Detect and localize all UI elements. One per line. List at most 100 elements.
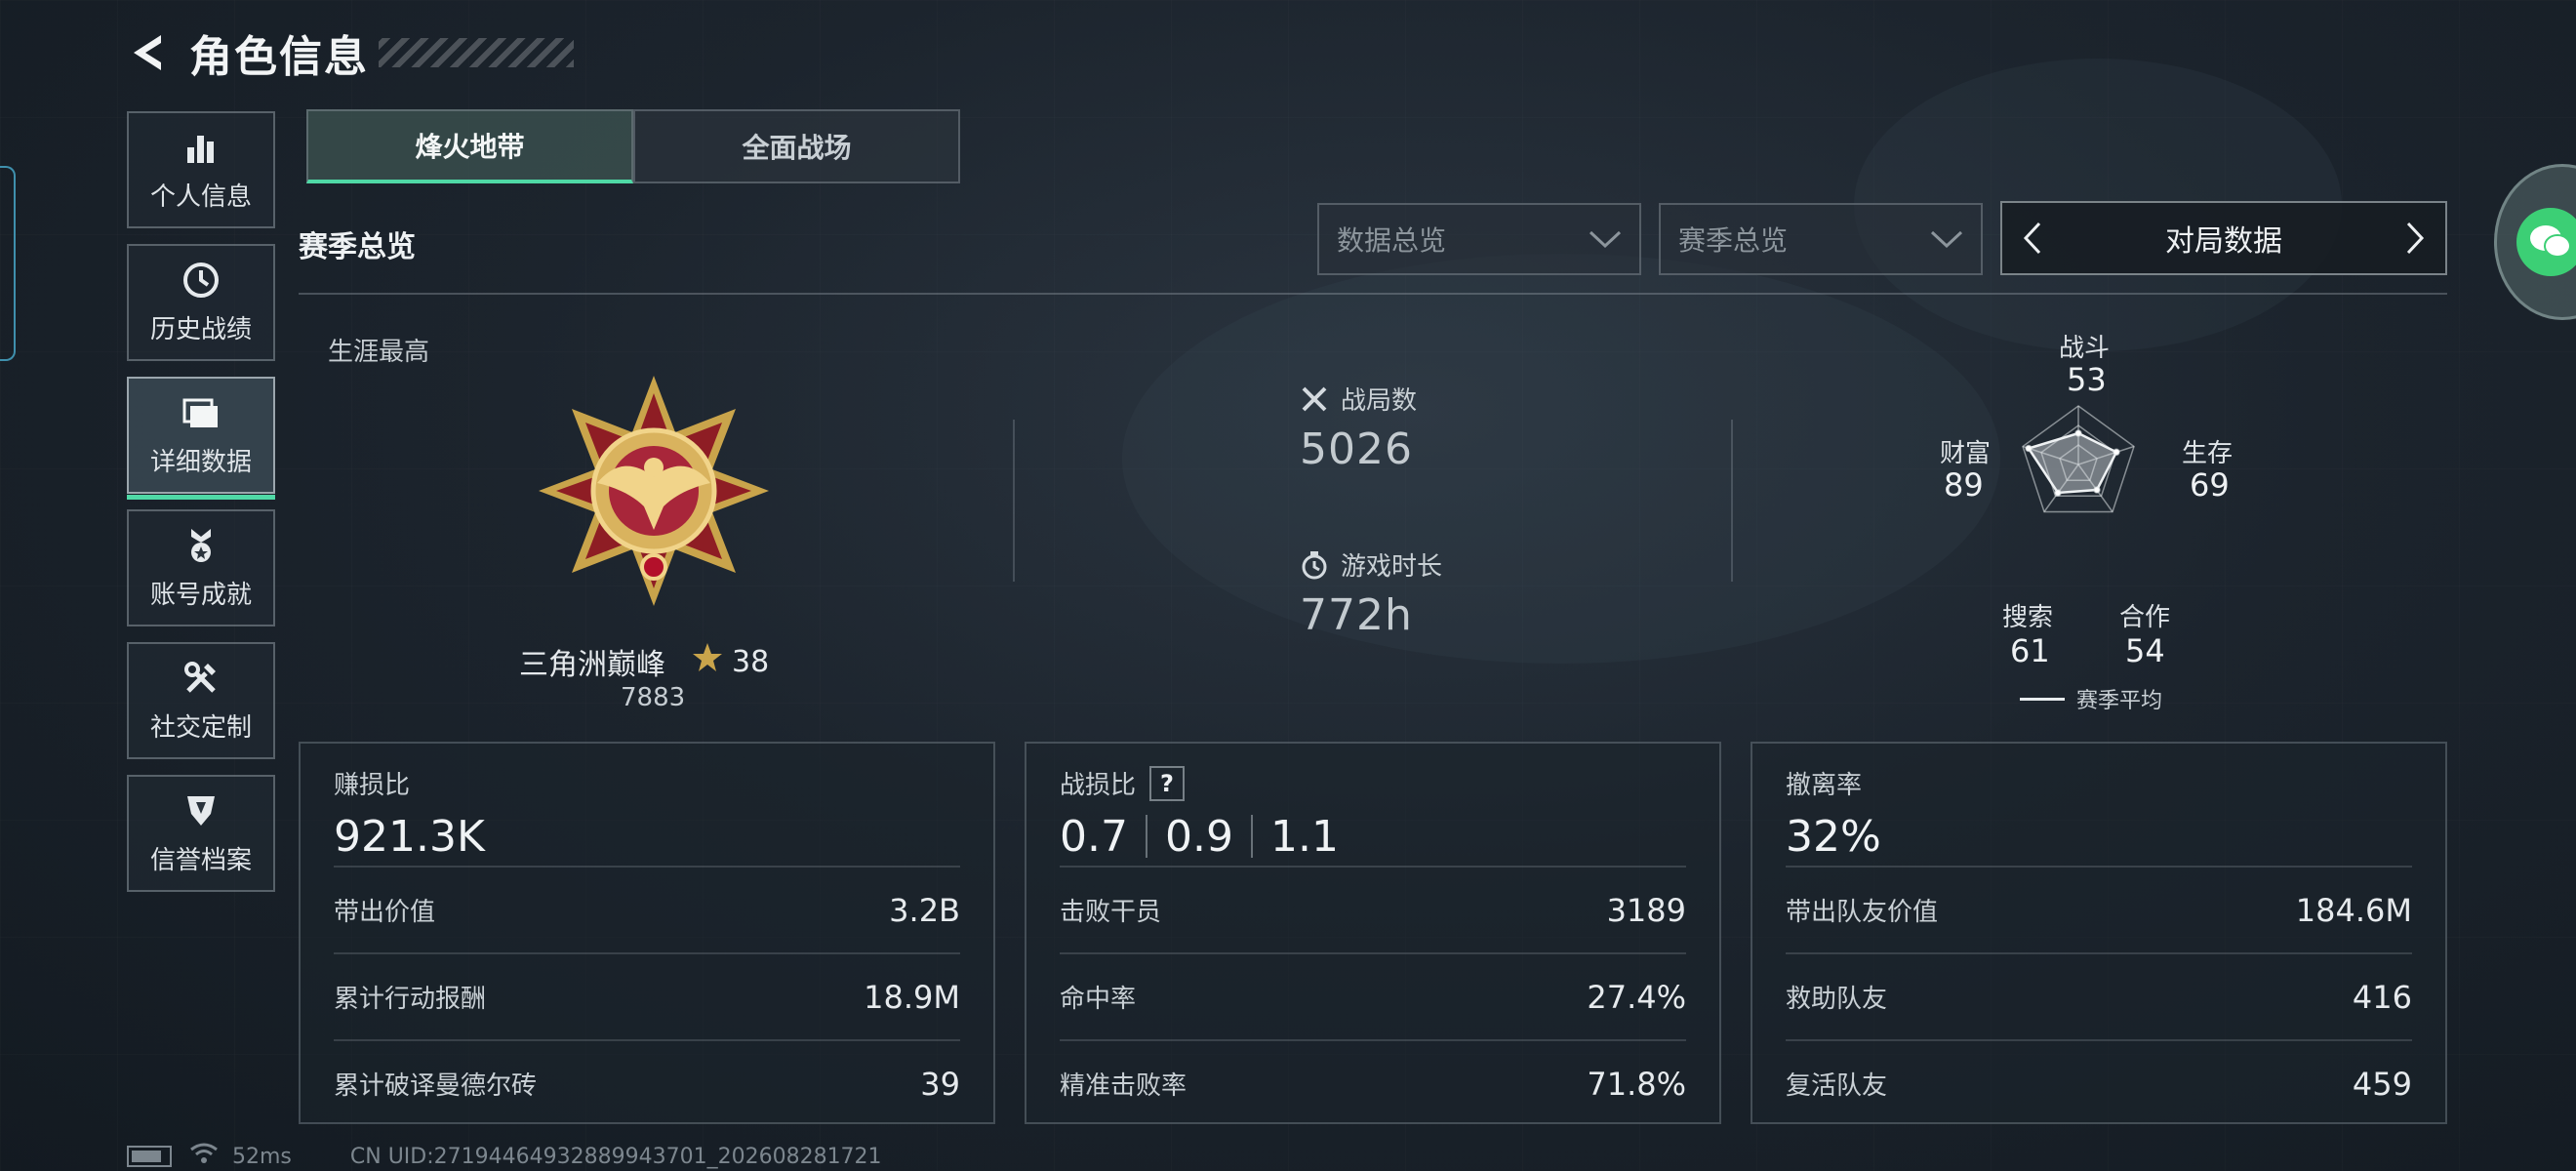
- medal-icon: [181, 526, 221, 565]
- sidebar-item-history[interactable]: 历史战绩: [127, 244, 275, 361]
- star-icon: [691, 641, 724, 682]
- chevron-down-icon: [1589, 223, 1622, 256]
- wifi-icon: [189, 1142, 219, 1171]
- playtime-stat: 游戏时长 772h: [1300, 546, 1442, 640]
- stopwatch-icon: [1300, 550, 1329, 580]
- rank-score: 7883: [621, 683, 686, 712]
- data-overview-dropdown[interactable]: 数据总览: [1317, 203, 1641, 275]
- chat-icon: [2516, 208, 2576, 276]
- kd-ratio-value: 0.9: [1164, 811, 1233, 862]
- radar-value-combat: 53: [2067, 361, 2107, 398]
- row-label: 累计破译曼德尔砖: [334, 1071, 538, 1101]
- back-arrow-icon[interactable]: [125, 28, 170, 77]
- legend-line: [2020, 697, 2065, 701]
- radar-label-survival: 生存: [2182, 439, 2234, 468]
- row-value: 18.9M: [864, 978, 960, 1016]
- card-title: 战损比: [1060, 771, 1137, 800]
- clock-icon: [181, 261, 221, 300]
- rank-name: 三角洲巅峰: [519, 648, 665, 682]
- table-row: 带出价值 3.2B: [334, 866, 960, 952]
- table-row: 救助队友 416: [1786, 952, 2412, 1039]
- radar-label-wealth: 财富: [1940, 439, 1992, 468]
- card-main-value: 32%: [1786, 811, 1881, 862]
- bar-chart-icon: [181, 128, 221, 167]
- row-label: 命中率: [1060, 985, 1137, 1014]
- sidebar-item-label: 详细数据: [149, 447, 252, 477]
- row-value: 27.4%: [1587, 978, 1686, 1016]
- dropdown-value: 赛季总览: [1678, 224, 1789, 257]
- table-row: 带出队友价值 184.6M: [1786, 866, 2412, 952]
- sidebar-item-label: 信誉档案: [149, 845, 252, 875]
- matches-stat: 战局数 5026: [1300, 381, 1417, 474]
- sidebar-item-profile[interactable]: 个人信息: [127, 111, 275, 228]
- rank-stars: 38: [732, 644, 770, 679]
- status-bar: 52ms CN UID:27194464932889943701_2026082…: [127, 1142, 882, 1171]
- row-value: 39: [920, 1065, 960, 1103]
- table-row: 复活队友 459: [1786, 1039, 2412, 1126]
- playtime-label: 游戏时长: [1341, 552, 1443, 582]
- row-label: 复活队友: [1786, 1071, 1888, 1101]
- sidebar-item-label: 个人信息: [149, 182, 252, 212]
- title-decoration: [379, 38, 574, 67]
- card-title: 赚损比: [334, 771, 411, 800]
- playtime-value: 772h: [1300, 590, 1413, 640]
- row-value: 71.8%: [1587, 1065, 1686, 1103]
- table-row: 命中率 27.4%: [1060, 952, 1686, 1039]
- sidebar-item-social[interactable]: 社交定制: [127, 642, 275, 759]
- ping-value: 52ms: [232, 1144, 292, 1169]
- row-value: 416: [2352, 978, 2412, 1016]
- sidebar-nav: 个人信息 历史战绩 详细数据 账号成就 社交定制 信誉档案: [127, 111, 275, 908]
- row-label: 击败干员: [1060, 898, 1162, 927]
- radar-label-search: 搜索: [2002, 603, 2054, 632]
- rank-emblem-icon: [532, 369, 776, 613]
- sidebar-item-label: 社交定制: [149, 712, 252, 743]
- card-title: 撤离率: [1786, 771, 1863, 800]
- sidebar-item-details[interactable]: 详细数据: [127, 377, 275, 500]
- chevron-left-icon[interactable]: [2016, 219, 2049, 258]
- sidebar-item-label: 账号成就: [149, 580, 252, 610]
- chat-float-button[interactable]: [2494, 164, 2576, 320]
- divider: [1731, 420, 1733, 582]
- section-divider: [299, 293, 2447, 295]
- chevron-down-icon: [1930, 223, 1963, 256]
- table-row: 精准击败率 71.8%: [1060, 1039, 1686, 1126]
- row-value: 184.6M: [2295, 891, 2412, 929]
- table-row: 击败干员 3189: [1060, 866, 1686, 952]
- left-edge-tab[interactable]: [0, 166, 16, 361]
- divider: [1013, 420, 1015, 582]
- table-row: 累计行动报酬 18.9M: [334, 952, 960, 1039]
- uid-text: CN UID:27194464932889943701_202608281721: [349, 1144, 882, 1169]
- career-best-label: 生涯最高: [328, 338, 430, 367]
- extract-card: 撤离率 32% 带出队友价值 184.6M 救助队友 416 复活队友 459: [1751, 742, 2447, 1124]
- row-label: 带出价值: [334, 898, 436, 927]
- dropdown-value: 数据总览: [1337, 224, 1447, 257]
- tab-full-battlefield[interactable]: 全面战场: [633, 109, 960, 183]
- match-data-switcher: 对局数据: [2000, 201, 2447, 275]
- card-main-value: 921.3K: [334, 811, 485, 862]
- legend-label: 赛季平均: [2076, 689, 2163, 713]
- battery-icon: [127, 1146, 172, 1167]
- ability-radar: 战斗 53 生存 69 财富 89 搜索 61 合作 54: [1912, 322, 2244, 712]
- kd-ratio-value: 0.7: [1060, 811, 1128, 862]
- tools-icon: [181, 659, 221, 698]
- help-icon[interactable]: ?: [1149, 765, 1186, 801]
- radar-value-survival: 69: [2190, 466, 2230, 504]
- sidebar-item-achievements[interactable]: 账号成就: [127, 509, 275, 626]
- page-title: 角色信息: [189, 32, 369, 82]
- radar-value-wealth: 89: [1944, 466, 1984, 504]
- row-value: 459: [2352, 1065, 2412, 1103]
- section-title: 赛季总览: [299, 230, 416, 264]
- sidebar-item-reputation[interactable]: 信誉档案: [127, 775, 275, 892]
- radar-value-teamwork: 54: [2125, 632, 2165, 669]
- row-label: 累计行动报酬: [334, 985, 487, 1014]
- table-row: 累计破译曼德尔砖 39: [334, 1039, 960, 1126]
- profit-card: 赚损比 921.3K 带出价值 3.2B 累计行动报酬 18.9M 累计破译曼德…: [299, 742, 995, 1124]
- mode-tabs: 烽火地带 全面战场: [306, 109, 960, 183]
- chevron-right-icon[interactable]: [2398, 219, 2432, 258]
- header: 角色信息: [125, 23, 574, 82]
- tab-warzone[interactable]: 烽火地带: [306, 109, 633, 183]
- row-label: 救助队友: [1786, 985, 1888, 1014]
- shield-icon: [181, 791, 221, 830]
- season-overview-dropdown[interactable]: 赛季总览: [1659, 203, 1983, 275]
- radar-label-teamwork: 合作: [2119, 603, 2171, 632]
